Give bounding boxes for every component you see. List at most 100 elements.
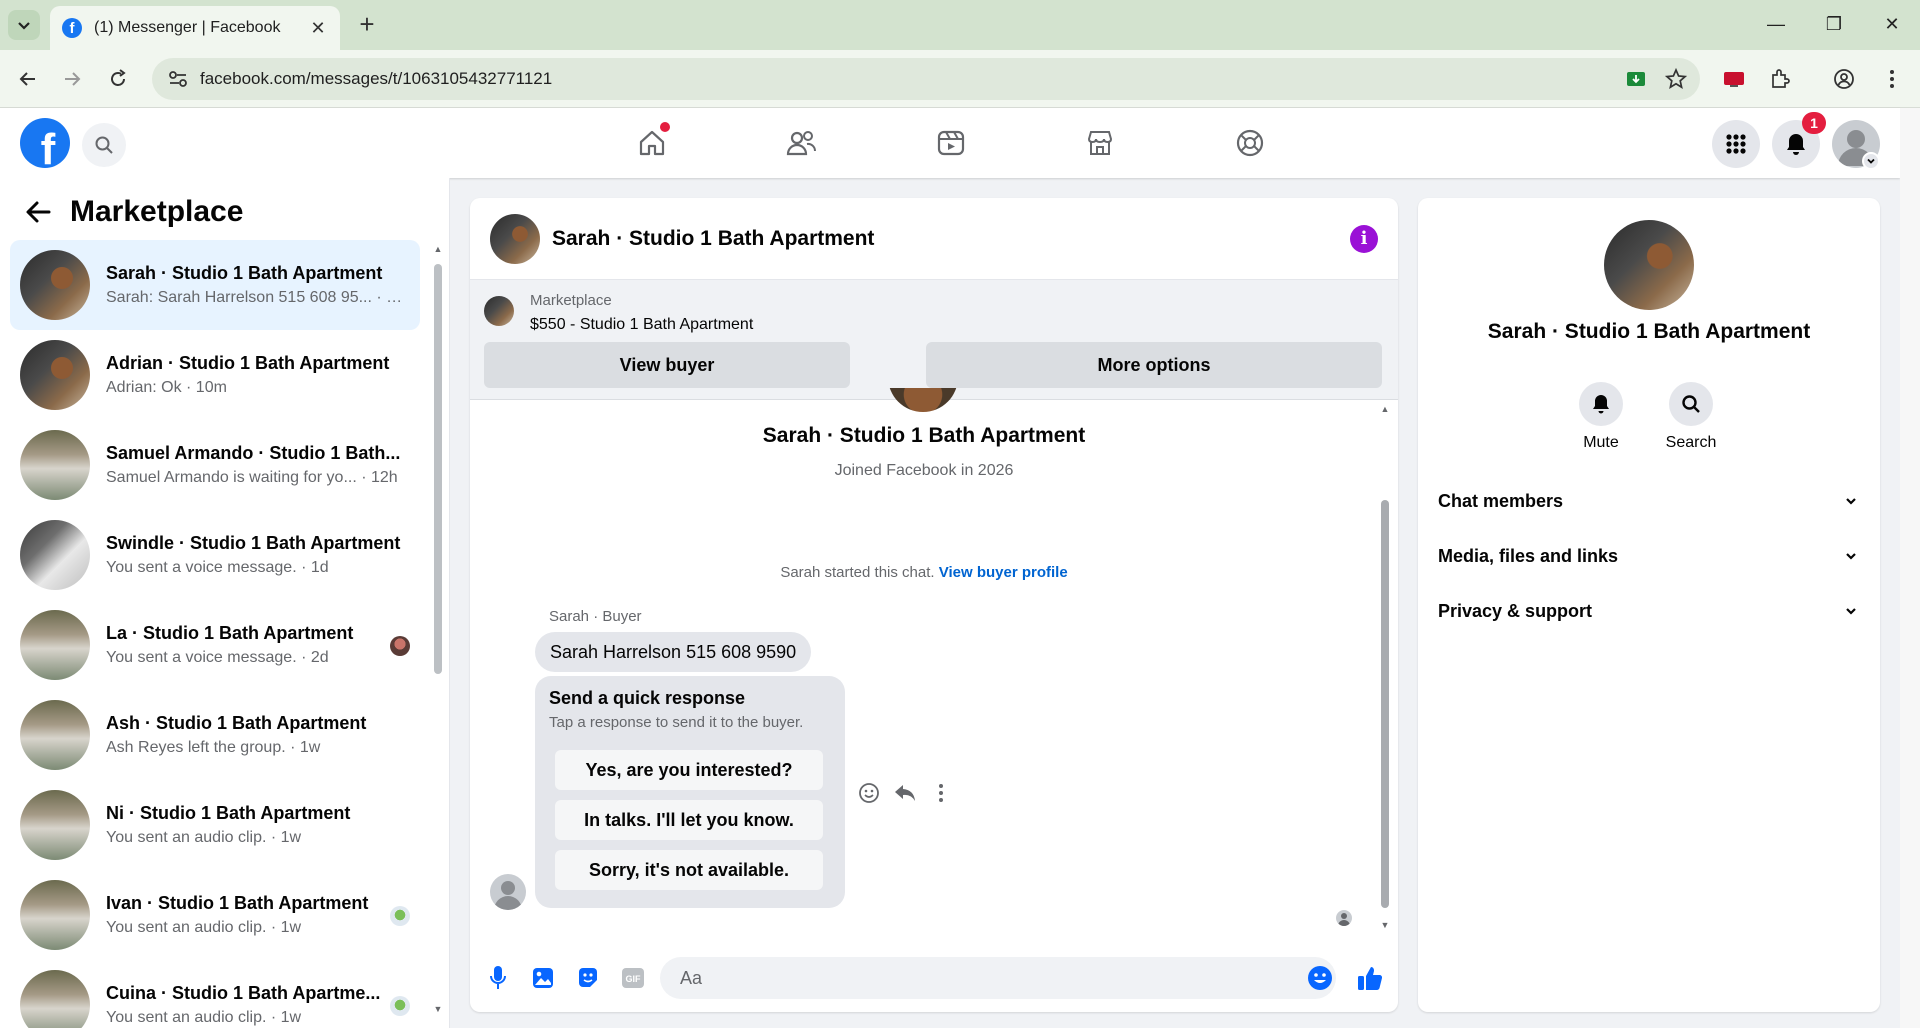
video-icon <box>937 130 965 156</box>
forward-button[interactable] <box>56 63 88 95</box>
info-icon[interactable]: i <box>1350 224 1378 253</box>
quick-response-card: Send a quick response Tap a response to … <box>535 676 845 908</box>
more-vertical-icon[interactable] <box>928 780 954 806</box>
scroll-up-arrow-icon[interactable]: ▲ <box>1380 404 1390 414</box>
chat-started-text: Sarah started this chat. <box>780 564 935 581</box>
quick-response-button[interactable]: Sorry, it's not available. <box>555 850 823 890</box>
browser-tab-bar: f (1) Messenger | Facebook ✕ + — ❐ ✕ <box>0 0 1920 50</box>
profile-icon[interactable] <box>1828 63 1860 95</box>
browser-tab-messenger[interactable]: f (1) Messenger | Facebook ✕ <box>50 6 340 50</box>
quick-response-button[interactable]: In talks. I'll let you know. <box>555 800 823 840</box>
tab-search-dropdown[interactable] <box>8 10 40 40</box>
reply-icon[interactable] <box>892 780 918 806</box>
minimize-button[interactable]: — <box>1756 8 1796 40</box>
tab-title: (1) Messenger | Facebook <box>94 19 281 36</box>
message-input[interactable] <box>660 957 1336 999</box>
reload-button[interactable] <box>102 63 134 95</box>
scroll-up-arrow-icon[interactable]: ▲ <box>433 244 443 254</box>
details-avatar[interactable] <box>1604 220 1694 310</box>
conversation-thumbnail <box>20 880 90 950</box>
conversation-thumbnail <box>20 520 90 590</box>
media-files-links-section[interactable]: Media, files and links <box>1438 536 1858 576</box>
chevron-down-icon <box>1846 553 1856 560</box>
home-tab[interactable] <box>596 118 708 168</box>
conversation-preview: Sarah: Sarah Harrelson 515 608 95... · 6… <box>106 289 406 306</box>
address-bar[interactable]: facebook.com/messages/t/1063105432771121 <box>152 58 1700 100</box>
gaming-tab[interactable] <box>1194 118 1306 168</box>
conversation-item[interactable]: Samuel Armando · Studio 1 Bath... Samuel… <box>10 420 420 510</box>
sticker-icon[interactable] <box>570 960 606 996</box>
message-bubble[interactable]: Sarah Harrelson 515 608 9590 <box>535 632 812 672</box>
chat-title[interactable]: Sarah · Studio 1 Bath Apartment <box>552 227 1350 251</box>
conversation-preview: You sent a voice message. · 1d <box>106 559 329 576</box>
message-thread: Sarah · Studio 1 Bath Apartment Joined F… <box>470 388 1398 944</box>
chat-avatar[interactable] <box>490 213 540 264</box>
bell-icon <box>1579 382 1623 426</box>
install-app-icon[interactable] <box>1620 63 1652 95</box>
close-tab-icon[interactable]: ✕ <box>308 18 328 39</box>
chat-scroll-thumb[interactable] <box>1381 500 1389 908</box>
conversation-item[interactable]: Sarah · Studio 1 Bath Apartment Sarah: S… <box>10 240 420 330</box>
conversation-details-panel: Sarah · Studio 1 Bath Apartment Mute Sea… <box>1418 198 1880 1012</box>
back-arrow-icon[interactable] <box>20 194 56 230</box>
new-tab-button[interactable]: + <box>352 10 382 40</box>
chevron-down-icon <box>18 22 30 30</box>
bookmark-star-icon[interactable] <box>1660 63 1692 95</box>
close-window-button[interactable]: ✕ <box>1872 8 1912 40</box>
conversation-thumbnail <box>20 700 90 770</box>
conversation-thumbnail <box>20 340 90 410</box>
quick-response-title: Send a quick response <box>549 688 746 708</box>
facebook-search-button[interactable] <box>82 123 126 167</box>
restore-button[interactable]: ❐ <box>1814 8 1854 40</box>
listing-title[interactable]: $550 - Studio 1 Bath Apartment <box>530 316 753 334</box>
browser-menu-icon[interactable] <box>1876 63 1908 95</box>
page-scrollbar[interactable] <box>1900 108 1920 1028</box>
cast-extension-icon[interactable] <box>1718 63 1750 95</box>
react-emoji-icon[interactable] <box>856 780 882 806</box>
menu-button[interactable] <box>1712 120 1760 168</box>
read-receipt-avatar <box>390 906 410 926</box>
conversation-item[interactable]: Ash · Studio 1 Bath Apartment Ash Reyes … <box>10 690 420 780</box>
back-button[interactable] <box>12 63 44 95</box>
friends-tab[interactable] <box>745 118 857 168</box>
facebook-logo[interactable]: f <box>20 118 70 168</box>
marketplace-tab[interactable] <box>1044 118 1156 168</box>
extensions-puzzle-icon[interactable] <box>1764 63 1796 95</box>
conversation-name: Ivan · Studio 1 Bath Apartment <box>106 893 369 913</box>
emoji-icon[interactable] <box>1306 964 1334 992</box>
search-icon <box>1669 382 1713 426</box>
conversation-item[interactable]: La · Studio 1 Bath Apartment You sent a … <box>10 600 420 690</box>
privacy-support-section[interactable]: Privacy & support <box>1438 591 1858 631</box>
chat-scrollbar[interactable]: ▲ ▼ <box>1378 400 1392 940</box>
read-receipt-avatar <box>390 996 410 1016</box>
gaming-icon <box>1236 129 1264 157</box>
view-buyer-profile-link[interactable]: View buyer profile <box>939 564 1068 581</box>
site-info-icon[interactable] <box>158 70 198 88</box>
search-in-conversation-button[interactable]: Search <box>1651 382 1731 452</box>
sidebar-scrollbar[interactable]: ▲ ▼ <box>432 244 444 1014</box>
quick-response-button[interactable]: Yes, are you interested? <box>555 750 823 790</box>
sender-avatar[interactable] <box>490 874 526 910</box>
gif-icon[interactable]: GIF <box>615 960 651 996</box>
sidebar-scroll-thumb[interactable] <box>434 264 442 674</box>
mute-button[interactable]: Mute <box>1561 382 1641 452</box>
conversation-thumbnail <box>20 250 90 320</box>
more-options-button[interactable]: More options <box>926 342 1382 388</box>
thumbs-up-icon[interactable] <box>1352 960 1388 996</box>
photo-icon[interactable] <box>525 960 561 996</box>
conversation-item[interactable]: Ivan · Studio 1 Bath Apartment You sent … <box>10 870 420 960</box>
conversation-name: Sarah · Studio 1 Bath Apartment <box>106 263 383 283</box>
scroll-down-arrow-icon[interactable]: ▼ <box>1380 920 1390 930</box>
scroll-down-arrow-icon[interactable]: ▼ <box>433 1004 443 1014</box>
chat-members-section[interactable]: Chat members <box>1438 481 1858 521</box>
view-buyer-button[interactable]: View buyer <box>484 342 850 388</box>
conversation-item[interactable]: Ni · Studio 1 Bath Apartment You sent an… <box>10 780 420 870</box>
conversation-name: La · Studio 1 Bath Apartment <box>106 623 354 643</box>
microphone-icon[interactable] <box>480 960 516 996</box>
account-chevron-icon[interactable] <box>1862 152 1880 170</box>
conversation-item[interactable]: Cuina · Studio 1 Bath Apartme... You sen… <box>10 960 420 1028</box>
conversation-item[interactable]: Swindle · Studio 1 Bath Apartment You se… <box>10 510 420 600</box>
video-tab[interactable] <box>895 118 1007 168</box>
sender-label: Sarah · Buyer <box>549 608 642 625</box>
conversation-item[interactable]: Adrian · Studio 1 Bath Apartment Adrian:… <box>10 330 420 420</box>
